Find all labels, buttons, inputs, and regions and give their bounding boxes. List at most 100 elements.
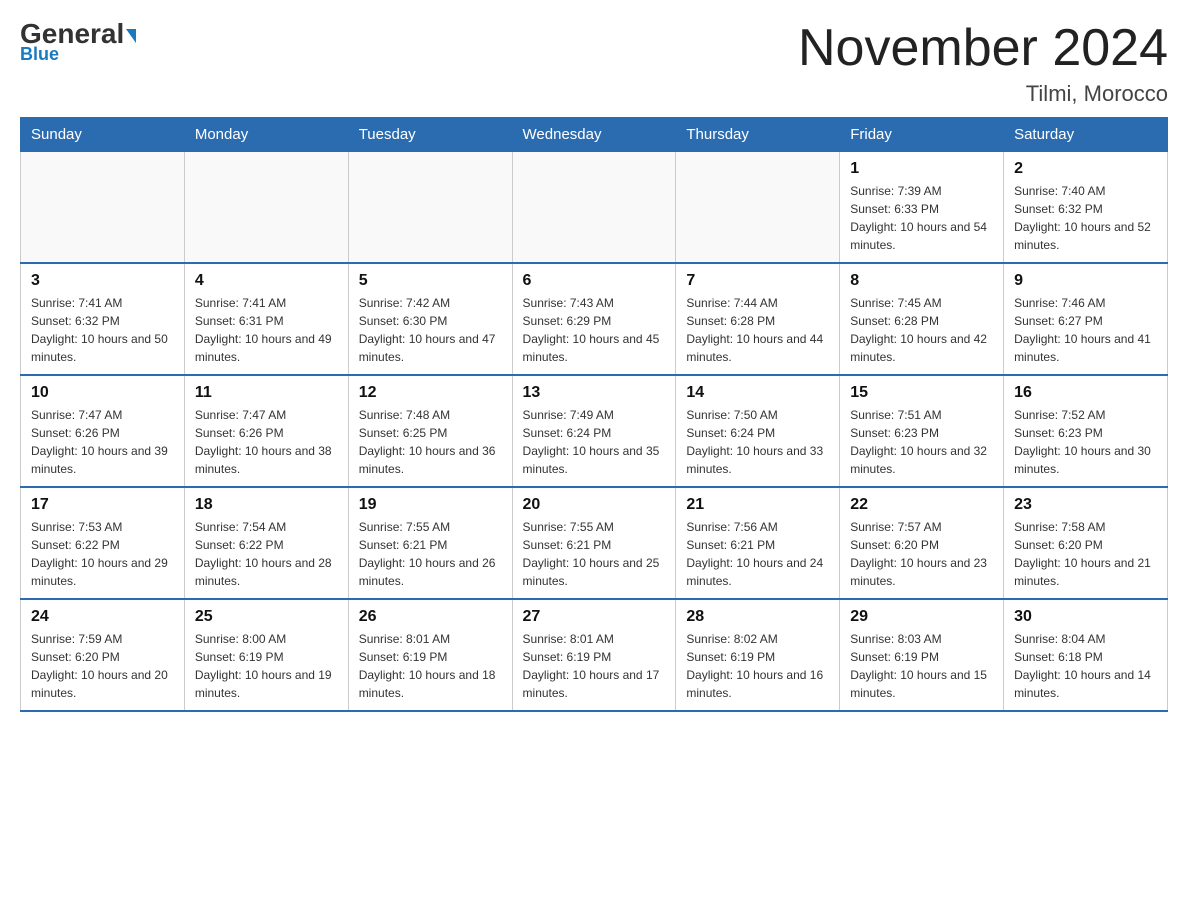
day-info: Sunrise: 7:55 AM Sunset: 6:21 PM Dayligh… xyxy=(359,518,502,590)
calendar-cell: 30 Sunrise: 8:04 AM Sunset: 6:18 PM Dayli… xyxy=(1004,599,1168,711)
day-info: Sunrise: 7:55 AM Sunset: 6:21 PM Dayligh… xyxy=(523,518,666,590)
day-number: 28 xyxy=(686,608,829,626)
week-row-4: 17 Sunrise: 7:53 AM Sunset: 6:22 PM Dayli… xyxy=(21,487,1168,599)
day-info: Sunrise: 7:57 AM Sunset: 6:20 PM Dayligh… xyxy=(850,518,993,590)
calendar-cell: 10 Sunrise: 7:47 AM Sunset: 6:26 PM Dayli… xyxy=(21,375,185,487)
day-info: Sunrise: 7:39 AM Sunset: 6:33 PM Dayligh… xyxy=(850,182,993,254)
calendar-cell: 29 Sunrise: 8:03 AM Sunset: 6:19 PM Dayli… xyxy=(840,599,1004,711)
calendar-cell: 25Sunrise: 8:00 AM Sunset: 6:19 PM Dayli… xyxy=(184,599,348,711)
day-number: 4 xyxy=(195,272,338,290)
day-info: Sunrise: 7:46 AM Sunset: 6:27 PM Dayligh… xyxy=(1014,294,1157,366)
weekday-header-row: SundayMondayTuesdayWednesdayThursdayFrid… xyxy=(21,118,1168,152)
day-number: 14 xyxy=(686,384,829,402)
calendar-cell: 7Sunrise: 7:44 AM Sunset: 6:28 PM Daylig… xyxy=(676,263,840,375)
calendar-cell: 9 Sunrise: 7:46 AM Sunset: 6:27 PM Daylig… xyxy=(1004,263,1168,375)
week-row-2: 3Sunrise: 7:41 AM Sunset: 6:32 PM Daylig… xyxy=(21,263,1168,375)
day-info: Sunrise: 7:49 AM Sunset: 6:24 PM Dayligh… xyxy=(523,406,666,478)
calendar-cell: 16 Sunrise: 7:52 AM Sunset: 6:23 PM Dayli… xyxy=(1004,375,1168,487)
day-number: 22 xyxy=(850,496,993,514)
day-info: Sunrise: 7:56 AM Sunset: 6:21 PM Dayligh… xyxy=(686,518,829,590)
day-number: 5 xyxy=(359,272,502,290)
day-info: Sunrise: 7:58 AM Sunset: 6:20 PM Dayligh… xyxy=(1014,518,1157,590)
day-info: Sunrise: 8:03 AM Sunset: 6:19 PM Dayligh… xyxy=(850,630,993,702)
calendar-cell: 4 Sunrise: 7:41 AM Sunset: 6:31 PM Daylig… xyxy=(184,263,348,375)
week-row-5: 24 Sunrise: 7:59 AM Sunset: 6:20 PM Dayli… xyxy=(21,599,1168,711)
day-number: 16 xyxy=(1014,384,1157,402)
day-info: Sunrise: 7:41 AM Sunset: 6:32 PM Dayligh… xyxy=(31,294,174,366)
weekday-friday: Friday xyxy=(840,118,1004,152)
calendar-cell: 15 Sunrise: 7:51 AM Sunset: 6:23 PM Dayli… xyxy=(840,375,1004,487)
weekday-sunday: Sunday xyxy=(21,118,185,152)
day-number: 6 xyxy=(523,272,666,290)
day-info: Sunrise: 7:59 AM Sunset: 6:20 PM Dayligh… xyxy=(31,630,174,702)
day-number: 7 xyxy=(686,272,829,290)
calendar-cell xyxy=(512,152,676,264)
calendar-cell: 1 Sunrise: 7:39 AM Sunset: 6:33 PM Daylig… xyxy=(840,152,1004,264)
day-number: 12 xyxy=(359,384,502,402)
day-info: Sunrise: 7:51 AM Sunset: 6:23 PM Dayligh… xyxy=(850,406,993,478)
calendar-cell: 3Sunrise: 7:41 AM Sunset: 6:32 PM Daylig… xyxy=(21,263,185,375)
day-info: Sunrise: 8:04 AM Sunset: 6:18 PM Dayligh… xyxy=(1014,630,1157,702)
day-number: 18 xyxy=(195,496,338,514)
day-number: 17 xyxy=(31,496,174,514)
weekday-saturday: Saturday xyxy=(1004,118,1168,152)
day-info: Sunrise: 7:50 AM Sunset: 6:24 PM Dayligh… xyxy=(686,406,829,478)
day-number: 24 xyxy=(31,608,174,626)
day-number: 21 xyxy=(686,496,829,514)
month-title: November 2024 xyxy=(798,20,1168,77)
calendar-cell xyxy=(184,152,348,264)
day-info: Sunrise: 7:53 AM Sunset: 6:22 PM Dayligh… xyxy=(31,518,174,590)
week-row-1: 1 Sunrise: 7:39 AM Sunset: 6:33 PM Daylig… xyxy=(21,152,1168,264)
day-number: 29 xyxy=(850,608,993,626)
calendar-cell: 18Sunrise: 7:54 AM Sunset: 6:22 PM Dayli… xyxy=(184,487,348,599)
calendar-cell: 24 Sunrise: 7:59 AM Sunset: 6:20 PM Dayli… xyxy=(21,599,185,711)
calendar-cell: 19Sunrise: 7:55 AM Sunset: 6:21 PM Dayli… xyxy=(348,487,512,599)
day-number: 11 xyxy=(195,384,338,402)
day-info: Sunrise: 7:52 AM Sunset: 6:23 PM Dayligh… xyxy=(1014,406,1157,478)
calendar-cell: 11 Sunrise: 7:47 AM Sunset: 6:26 PM Dayli… xyxy=(184,375,348,487)
day-info: Sunrise: 7:47 AM Sunset: 6:26 PM Dayligh… xyxy=(31,406,174,478)
week-row-3: 10 Sunrise: 7:47 AM Sunset: 6:26 PM Dayli… xyxy=(21,375,1168,487)
day-number: 30 xyxy=(1014,608,1157,626)
day-number: 26 xyxy=(359,608,502,626)
day-info: Sunrise: 7:43 AM Sunset: 6:29 PM Dayligh… xyxy=(523,294,666,366)
day-info: Sunrise: 8:01 AM Sunset: 6:19 PM Dayligh… xyxy=(523,630,666,702)
logo-blue: Blue xyxy=(20,44,59,65)
location: Tilmi, Morocco xyxy=(798,81,1168,107)
day-info: Sunrise: 7:41 AM Sunset: 6:31 PM Dayligh… xyxy=(195,294,338,366)
day-number: 15 xyxy=(850,384,993,402)
day-number: 13 xyxy=(523,384,666,402)
calendar-cell xyxy=(348,152,512,264)
logo: General Blue xyxy=(20,20,136,65)
calendar-cell: 23Sunrise: 7:58 AM Sunset: 6:20 PM Dayli… xyxy=(1004,487,1168,599)
day-number: 2 xyxy=(1014,160,1157,178)
calendar-table: SundayMondayTuesdayWednesdayThursdayFrid… xyxy=(20,117,1168,712)
calendar-cell: 5 Sunrise: 7:42 AM Sunset: 6:30 PM Daylig… xyxy=(348,263,512,375)
day-info: Sunrise: 7:45 AM Sunset: 6:28 PM Dayligh… xyxy=(850,294,993,366)
calendar-cell: 28 Sunrise: 8:02 AM Sunset: 6:19 PM Dayli… xyxy=(676,599,840,711)
calendar-cell xyxy=(676,152,840,264)
day-number: 9 xyxy=(1014,272,1157,290)
calendar-cell: 8Sunrise: 7:45 AM Sunset: 6:28 PM Daylig… xyxy=(840,263,1004,375)
weekday-monday: Monday xyxy=(184,118,348,152)
calendar-cell: 12Sunrise: 7:48 AM Sunset: 6:25 PM Dayli… xyxy=(348,375,512,487)
calendar-cell: 13 Sunrise: 7:49 AM Sunset: 6:24 PM Dayli… xyxy=(512,375,676,487)
calendar-cell xyxy=(21,152,185,264)
day-info: Sunrise: 7:47 AM Sunset: 6:26 PM Dayligh… xyxy=(195,406,338,478)
page-header: General Blue November 2024 Tilmi, Morocc… xyxy=(20,20,1168,107)
calendar-cell: 22 Sunrise: 7:57 AM Sunset: 6:20 PM Dayli… xyxy=(840,487,1004,599)
calendar-cell: 20Sunrise: 7:55 AM Sunset: 6:21 PM Dayli… xyxy=(512,487,676,599)
weekday-thursday: Thursday xyxy=(676,118,840,152)
day-number: 10 xyxy=(31,384,174,402)
title-block: November 2024 Tilmi, Morocco xyxy=(798,20,1168,107)
day-number: 1 xyxy=(850,160,993,178)
weekday-tuesday: Tuesday xyxy=(348,118,512,152)
day-info: Sunrise: 8:00 AM Sunset: 6:19 PM Dayligh… xyxy=(195,630,338,702)
calendar-cell: 17 Sunrise: 7:53 AM Sunset: 6:22 PM Dayli… xyxy=(21,487,185,599)
calendar-cell: 2Sunrise: 7:40 AM Sunset: 6:32 PM Daylig… xyxy=(1004,152,1168,264)
calendar-cell: 21 Sunrise: 7:56 AM Sunset: 6:21 PM Dayli… xyxy=(676,487,840,599)
weekday-wednesday: Wednesday xyxy=(512,118,676,152)
day-info: Sunrise: 7:42 AM Sunset: 6:30 PM Dayligh… xyxy=(359,294,502,366)
calendar-cell: 27Sunrise: 8:01 AM Sunset: 6:19 PM Dayli… xyxy=(512,599,676,711)
day-info: Sunrise: 8:02 AM Sunset: 6:19 PM Dayligh… xyxy=(686,630,829,702)
